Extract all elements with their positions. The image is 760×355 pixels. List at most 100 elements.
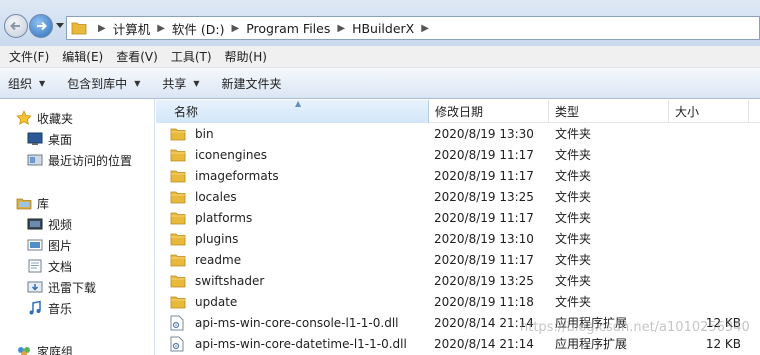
star-icon (16, 110, 32, 126)
file-name: update (195, 294, 238, 309)
folder-icon (170, 294, 186, 310)
download-folder-icon (27, 279, 43, 295)
picture-icon (27, 237, 43, 253)
forward-button[interactable] (29, 14, 53, 38)
organize-label: 组织 (8, 76, 33, 91)
nav-homegroup[interactable]: 家庭组 (16, 341, 73, 355)
document-icon (27, 258, 43, 274)
file-date: 2020/8/19 13:25 (434, 189, 534, 204)
file-type: 应用程序扩展 (555, 337, 628, 351)
address-bar[interactable]: ▶ 计算机 ▶ 软件 (D:) ▶ Program Files ▶ HBuild… (66, 16, 760, 40)
chevron-down-icon: ▼ (134, 78, 141, 88)
address-area: ▶ 计算机 ▶ 软件 (D:) ▶ Program Files ▶ HBuild… (0, 0, 760, 46)
file-date: 2020/8/19 11:18 (434, 294, 534, 309)
file-type: 文件夹 (555, 274, 592, 288)
breadcrumb-separator[interactable]: ▶ (232, 23, 240, 34)
nav-thunder-label: 迅雷下载 (48, 280, 97, 295)
file-date: 2020/8/19 11:17 (434, 168, 534, 183)
folder-icon (170, 168, 186, 184)
file-name: platforms (195, 210, 253, 225)
column-header-date[interactable]: 修改日期 (429, 100, 549, 123)
recent-pages-dropdown[interactable] (55, 20, 65, 32)
share-button[interactable]: 共享 ▼ (162, 75, 199, 92)
file-name: bin (195, 126, 214, 141)
file-row[interactable]: iconengines 2020/8/19 11:17 文件夹 (156, 144, 760, 165)
menu-tools[interactable]: 工具(T) (166, 48, 217, 65)
dll-file-icon (170, 336, 186, 352)
nav-favorites[interactable]: 收藏夹 (16, 108, 73, 128)
file-row[interactable]: swiftshader 2020/8/19 13:25 文件夹 (156, 270, 760, 291)
nav-pictures[interactable]: 图片 (27, 235, 72, 255)
breadcrumb-separator[interactable]: ▶ (421, 23, 429, 34)
file-name: locales (195, 189, 237, 204)
column-header-type[interactable]: 类型 (549, 100, 669, 123)
menu-edit[interactable]: 编辑(E) (57, 48, 108, 65)
file-type: 文件夹 (555, 190, 592, 204)
file-row[interactable]: api-ms-win-core-datetime-l1-1-0.dll 2020/… (156, 333, 760, 354)
file-size (673, 186, 741, 207)
file-name-cell: api-ms-win-core-datetime-l1-1-0.dll (170, 333, 430, 354)
file-size (673, 123, 741, 144)
file-name-cell: bin (170, 123, 430, 144)
menu-help[interactable]: 帮助(H) (220, 48, 272, 65)
column-header-name[interactable]: ▲ 名称 (156, 99, 429, 123)
folder-icon (170, 273, 186, 289)
nav-pictures-label: 图片 (48, 238, 73, 253)
breadcrumb-separator[interactable]: ▶ (157, 23, 165, 34)
back-arrow-icon (10, 21, 20, 31)
file-row[interactable]: api-ms-win-core-console-l1-1-0.dll 2020/8… (156, 312, 760, 333)
breadcrumb-separator[interactable]: ▶ (337, 23, 345, 34)
file-date: 2020/8/19 13:10 (434, 231, 534, 246)
nav-videos[interactable]: 视频 (27, 214, 72, 234)
nav-music[interactable]: 音乐 (27, 298, 72, 318)
breadcrumb-program-files[interactable]: Program Files (246, 21, 330, 36)
breadcrumb-drive[interactable]: 软件 (D:) (172, 19, 225, 38)
navigation-pane: 收藏夹 桌面 最近访问的位置 库 视频 图片 文档 迅雷下载 音乐 家庭组 (0, 99, 155, 355)
file-row[interactable]: plugins 2020/8/19 13:10 文件夹 (156, 228, 760, 249)
menu-file[interactable]: 文件(F) (4, 48, 54, 65)
nav-thunder-downloads[interactable]: 迅雷下载 (27, 277, 96, 297)
nav-homegroup-label: 家庭组 (37, 344, 74, 355)
file-date: 2020/8/19 11:17 (434, 252, 534, 267)
file-size (673, 228, 741, 249)
file-row[interactable]: platforms 2020/8/19 11:17 文件夹 (156, 207, 760, 228)
file-size (673, 249, 741, 270)
organize-button[interactable]: 组织 ▼ (8, 75, 45, 92)
breadcrumb-computer[interactable]: 计算机 (113, 19, 151, 38)
nav-documents-label: 文档 (48, 259, 73, 274)
file-row[interactable]: update 2020/8/19 11:18 文件夹 (156, 291, 760, 312)
file-name-cell: iconengines (170, 144, 430, 165)
include-in-library-label: 包含到库中 (67, 76, 128, 91)
nav-libraries[interactable]: 库 (16, 193, 49, 213)
desktop-icon (27, 131, 43, 147)
nav-desktop[interactable]: 桌面 (27, 129, 72, 149)
nav-recent[interactable]: 最近访问的位置 (27, 150, 132, 170)
file-name-cell: locales (170, 186, 430, 207)
include-in-library-button[interactable]: 包含到库中 ▼ (67, 75, 140, 92)
file-name: imageformats (195, 168, 279, 183)
back-button[interactable] (4, 14, 28, 38)
nav-libraries-label: 库 (37, 196, 50, 211)
folder-icon (170, 189, 186, 205)
breadcrumb: ▶ 计算机 ▶ 软件 (D:) ▶ Program Files ▶ HBuild… (91, 19, 436, 38)
breadcrumb-hbuilderx[interactable]: HBuilderX (352, 21, 414, 36)
file-size: 12 KB (705, 336, 741, 351)
file-row[interactable]: locales 2020/8/19 13:25 文件夹 (156, 186, 760, 207)
file-row[interactable]: imageformats 2020/8/19 11:17 文件夹 (156, 165, 760, 186)
library-icon (16, 195, 32, 211)
new-folder-button[interactable]: 新建文件夹 (222, 75, 282, 92)
column-name-label: 名称 (174, 105, 199, 119)
folder-icon (170, 147, 186, 163)
file-row[interactable]: bin 2020/8/19 13:30 文件夹 (156, 123, 760, 144)
file-row[interactable]: readme 2020/8/19 11:17 文件夹 (156, 249, 760, 270)
nav-documents[interactable]: 文档 (27, 256, 72, 276)
menu-view[interactable]: 查看(V) (111, 48, 163, 65)
file-date: 2020/8/14 21:14 (434, 336, 534, 351)
file-name: readme (195, 252, 242, 267)
nav-desktop-label: 桌面 (48, 132, 73, 147)
file-name-cell: update (170, 291, 430, 312)
breadcrumb-separator[interactable]: ▶ (98, 23, 106, 34)
column-header-size[interactable]: 大小 (669, 100, 749, 123)
column-size-label: 大小 (675, 105, 700, 119)
file-name-cell: api-ms-win-core-console-l1-1-0.dll (170, 312, 430, 333)
